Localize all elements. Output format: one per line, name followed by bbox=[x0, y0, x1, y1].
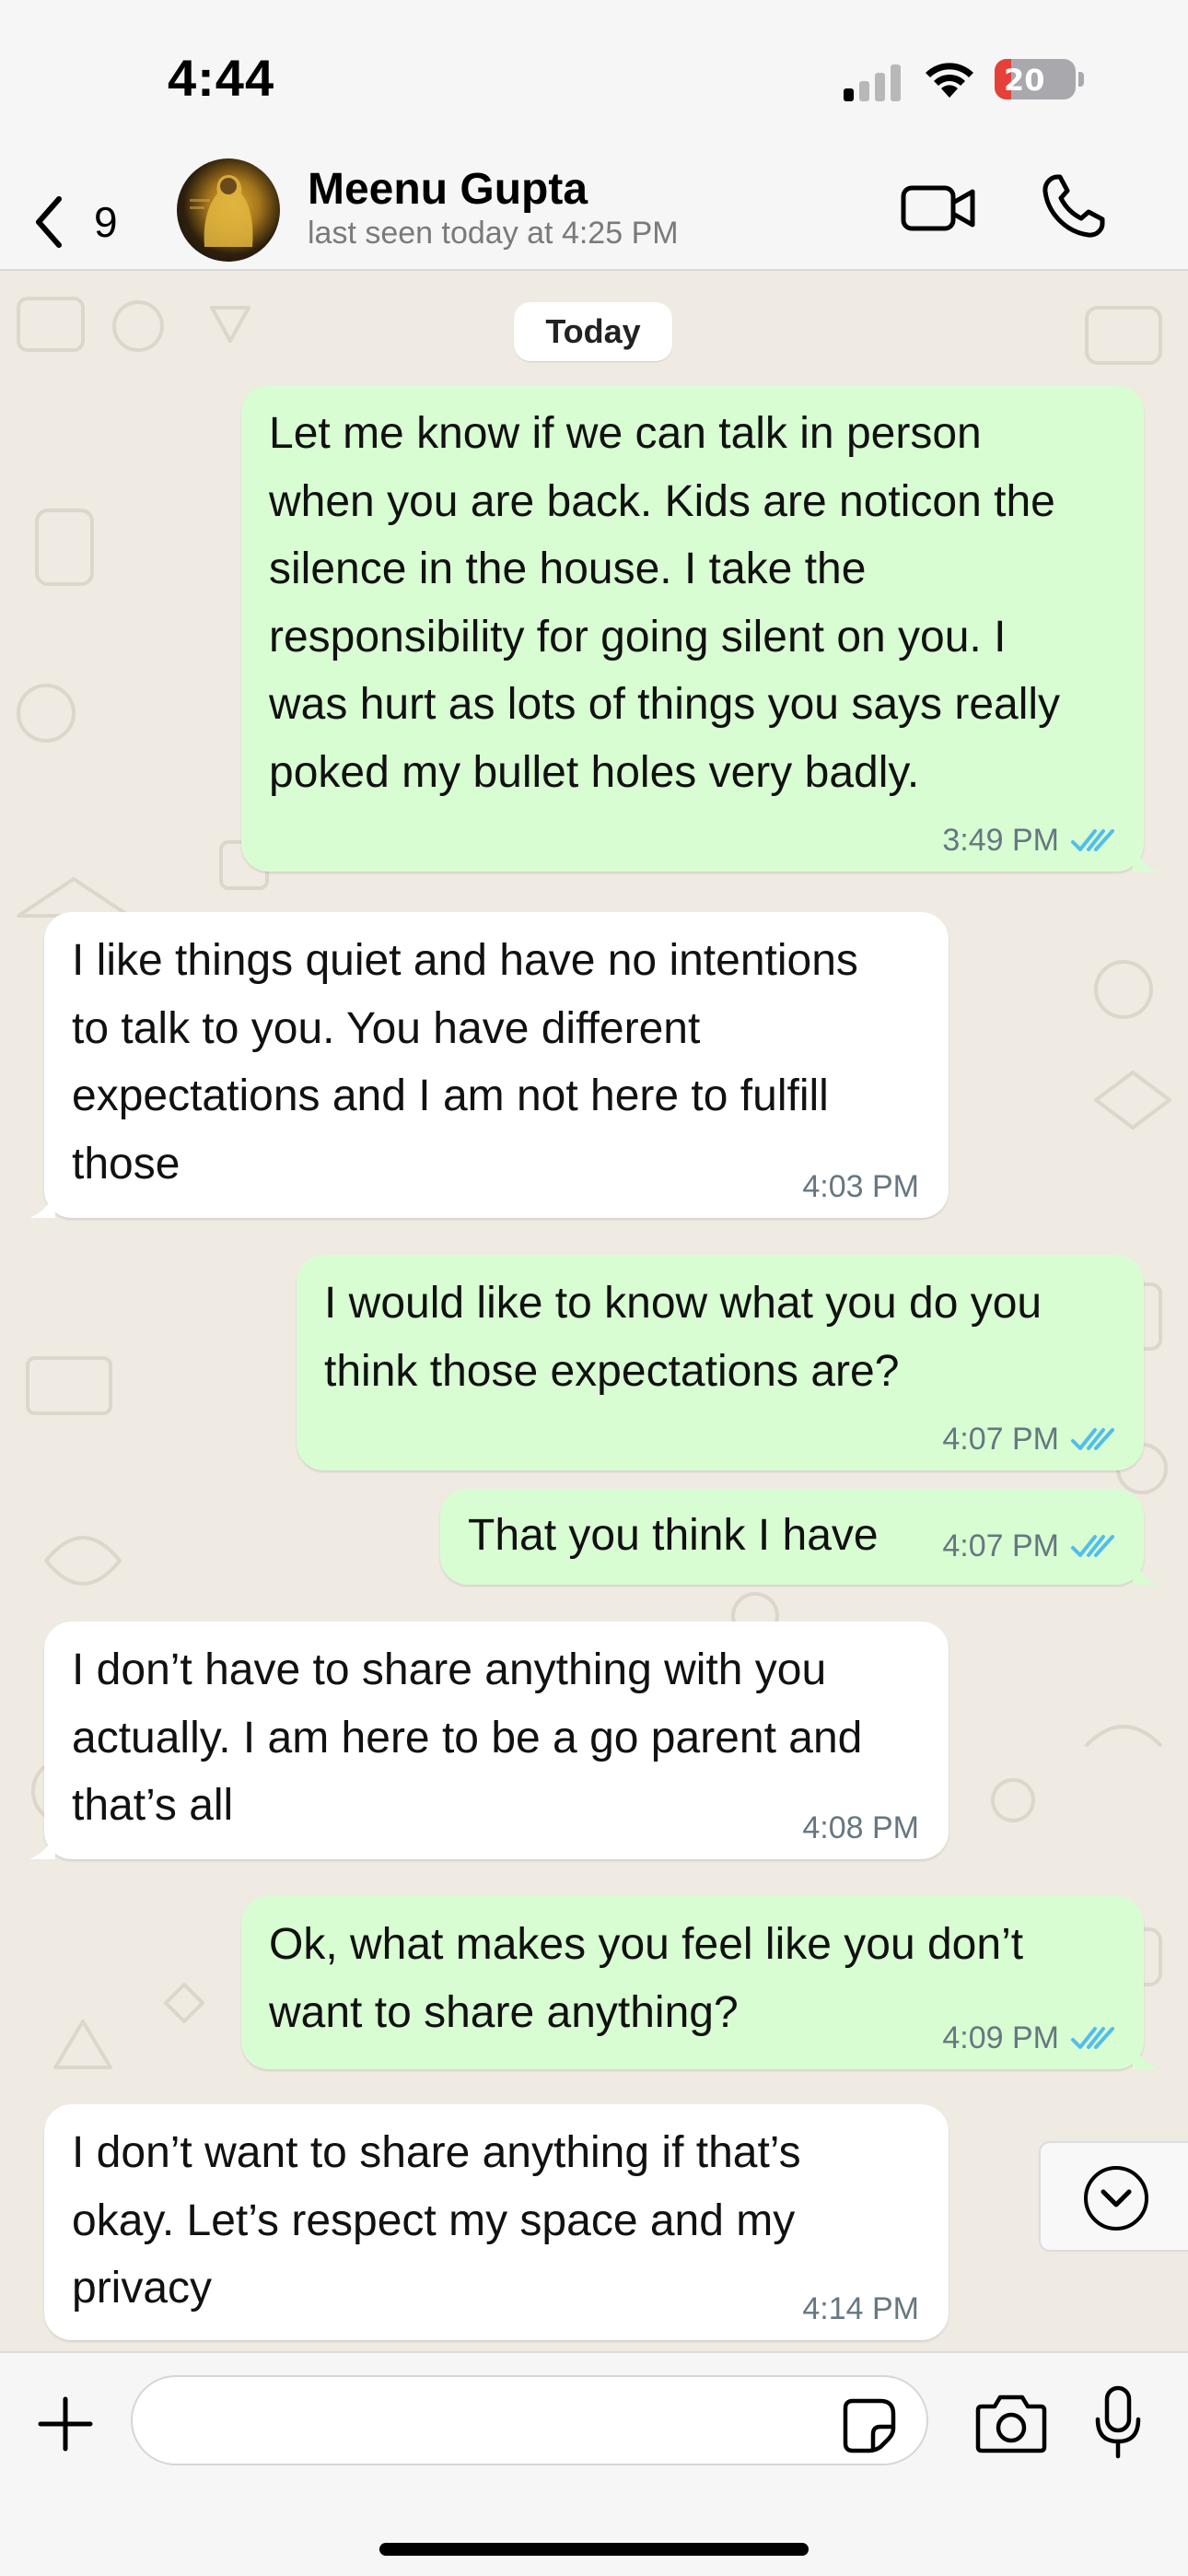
camera-icon[interactable] bbox=[974, 2390, 1048, 2456]
status-time: 4:44 bbox=[168, 49, 275, 107]
wifi-icon bbox=[926, 63, 973, 98]
double-check-icon bbox=[1071, 1428, 1114, 1450]
bubble-tail bbox=[29, 1190, 55, 1218]
bubble-tail bbox=[1133, 1557, 1159, 1585]
message-text: Let me know if we can talk in person whe… bbox=[269, 409, 1061, 797]
message-time: 4:07 PM bbox=[942, 1422, 1059, 1457]
message-time: 4:14 PM bbox=[802, 2291, 919, 2326]
avatar[interactable] bbox=[177, 158, 280, 262]
message-composer bbox=[0, 2351, 1188, 2576]
whatsapp-chat-screen: 4:44 20 9 Meenu Gupta last seen today at… bbox=[0, 0, 1188, 2576]
message-meta: 3:49 PM bbox=[942, 822, 1116, 859]
message-text: I would like to know what you do you thi… bbox=[324, 1279, 1042, 1396]
message-meta: 4:09 PM bbox=[942, 2020, 1116, 2056]
message-meta: 4:03 PM bbox=[802, 1168, 919, 1205]
double-check-icon bbox=[1071, 1535, 1114, 1557]
message-time: 4:09 PM bbox=[942, 2020, 1059, 2055]
back-button[interactable]: 9 bbox=[28, 175, 147, 252]
chat-messages-area[interactable]: Today Let me know if we can talk in pers… bbox=[0, 271, 1188, 2351]
bubble-tail bbox=[1133, 844, 1159, 872]
message-meta: 4:08 PM bbox=[802, 1809, 919, 1846]
message-text: I don’t want to share anything if that’s… bbox=[72, 2128, 801, 2313]
battery-indicator: 20 bbox=[995, 59, 1084, 100]
phone-icon[interactable] bbox=[1041, 173, 1105, 240]
cellular-signal-icon bbox=[844, 64, 901, 101]
message-meta: 4:14 PM bbox=[802, 2290, 919, 2327]
bubble-tail bbox=[1133, 2042, 1159, 2069]
message-text: I don’t have to share anything with you … bbox=[72, 1645, 863, 1830]
message-outgoing[interactable]: That you think I have 4:07 PM bbox=[440, 1489, 1159, 1585]
bubble-tail bbox=[29, 1832, 55, 1859]
sticker-icon[interactable] bbox=[840, 2395, 899, 2454]
scroll-to-bottom-button[interactable] bbox=[1039, 2141, 1188, 2252]
message-meta: 4:07 PM bbox=[942, 1421, 1116, 1458]
message-time: 4:08 PM bbox=[802, 1810, 919, 1845]
date-separator: Today bbox=[514, 302, 672, 361]
chevron-left-icon bbox=[36, 196, 62, 248]
message-time: 4:03 PM bbox=[802, 1169, 919, 1204]
status-bar: 4:44 20 bbox=[0, 0, 1188, 157]
message-time: 4:07 PM bbox=[942, 1528, 1059, 1563]
message-incoming[interactable]: I like things quiet and have no intentio… bbox=[29, 912, 949, 1218]
message-text: I like things quiet and have no intentio… bbox=[72, 936, 858, 1188]
message-outgoing[interactable]: Ok, what makes you feel like you don’t w… bbox=[241, 1896, 1159, 2069]
unread-chats-count: 9 bbox=[94, 198, 118, 246]
video-call-icon[interactable] bbox=[901, 179, 976, 238]
message-meta: 4:07 PM bbox=[942, 1528, 1116, 1564]
double-check-icon bbox=[1071, 829, 1114, 851]
avatar-image bbox=[190, 175, 253, 247]
plus-icon[interactable] bbox=[35, 2394, 96, 2454]
double-check-icon bbox=[1071, 2027, 1114, 2049]
message-outgoing[interactable]: Let me know if we can talk in person whe… bbox=[241, 385, 1159, 872]
contact-name[interactable]: Meenu Gupta bbox=[308, 164, 588, 215]
home-indicator bbox=[379, 2543, 809, 2556]
last-seen-status: last seen today at 4:25 PM bbox=[308, 216, 679, 251]
message-incoming[interactable]: I don’t have to share anything with you … bbox=[29, 1622, 949, 1859]
message-incoming[interactable]: I don’t want to share anything if that’s… bbox=[44, 2104, 949, 2340]
microphone-icon[interactable] bbox=[1092, 2384, 1144, 2462]
battery-level: 20 bbox=[1004, 63, 1045, 98]
chat-header: 9 Meenu Gupta last seen today at 4:25 PM bbox=[0, 157, 1188, 271]
message-time: 3:49 PM bbox=[942, 823, 1059, 858]
message-input[interactable] bbox=[131, 2375, 928, 2465]
message-outgoing[interactable]: I would like to know what you do you thi… bbox=[297, 1255, 1144, 1470]
chevron-down-circle-icon bbox=[1084, 2166, 1148, 2231]
